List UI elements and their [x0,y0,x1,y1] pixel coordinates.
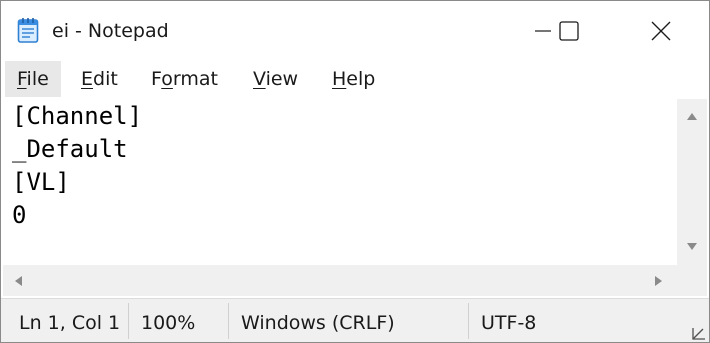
scroll-down-icon[interactable] [687,243,697,250]
scroll-up-icon[interactable] [687,113,697,120]
zoom-level: 100% [141,312,196,334]
menu-file-mnemonic: F [17,68,27,90]
menu-file[interactable]: File [5,61,61,97]
menu-view[interactable]: View [253,61,298,97]
menu-format[interactable]: Format [151,61,218,97]
editor-content[interactable]: [Channel] _Default [VL] 0 [12,100,142,232]
encoding: UTF-8 [481,312,537,334]
menu-help[interactable]: Help [332,61,375,97]
notepad-icon [17,18,39,43]
status-bar: Ln 1, Col 1 100% Windows (CRLF) UTF-8 [1,298,709,342]
menu-help-rest: elp [346,68,376,90]
menu-help-mnemonic: H [332,68,347,90]
maximize-icon [559,21,579,41]
title-bar[interactable]: ei - Notepad [1,1,709,61]
text-editor[interactable]: [Channel] _Default [VL] 0 [3,99,677,265]
menu-format-mnemonic: o [161,68,173,90]
horizontal-scrollbar[interactable] [3,265,677,296]
vertical-scrollbar[interactable] [677,99,707,265]
menu-edit-rest: dit [93,68,118,90]
scroll-left-icon[interactable] [15,276,22,286]
menu-edit-mnemonic: E [81,68,94,90]
menu-format-pre: F [151,68,162,90]
notepad-window: ei - Notepad File Edit Format View Help … [0,0,710,343]
menu-bar: File Edit Format View Help [1,61,709,97]
menu-format-rest: rmat [172,68,218,90]
menu-edit[interactable]: Edit [81,61,118,97]
window-title: ei - Notepad [52,20,169,42]
status-separator [128,303,129,339]
scroll-right-icon[interactable] [655,276,662,286]
close-button[interactable] [635,1,687,61]
close-icon [651,21,671,41]
status-separator [228,303,229,339]
cursor-position: Ln 1, Col 1 [19,312,121,334]
line-ending: Windows (CRLF) [241,312,395,334]
maximize-button[interactable] [543,1,595,61]
resize-grip-icon[interactable] [691,327,707,341]
menu-view-rest: iew [265,68,299,90]
menu-view-mnemonic: V [253,68,266,90]
status-separator [468,303,469,339]
menu-file-rest: ile [26,68,49,90]
scrollbar-corner [677,265,707,296]
